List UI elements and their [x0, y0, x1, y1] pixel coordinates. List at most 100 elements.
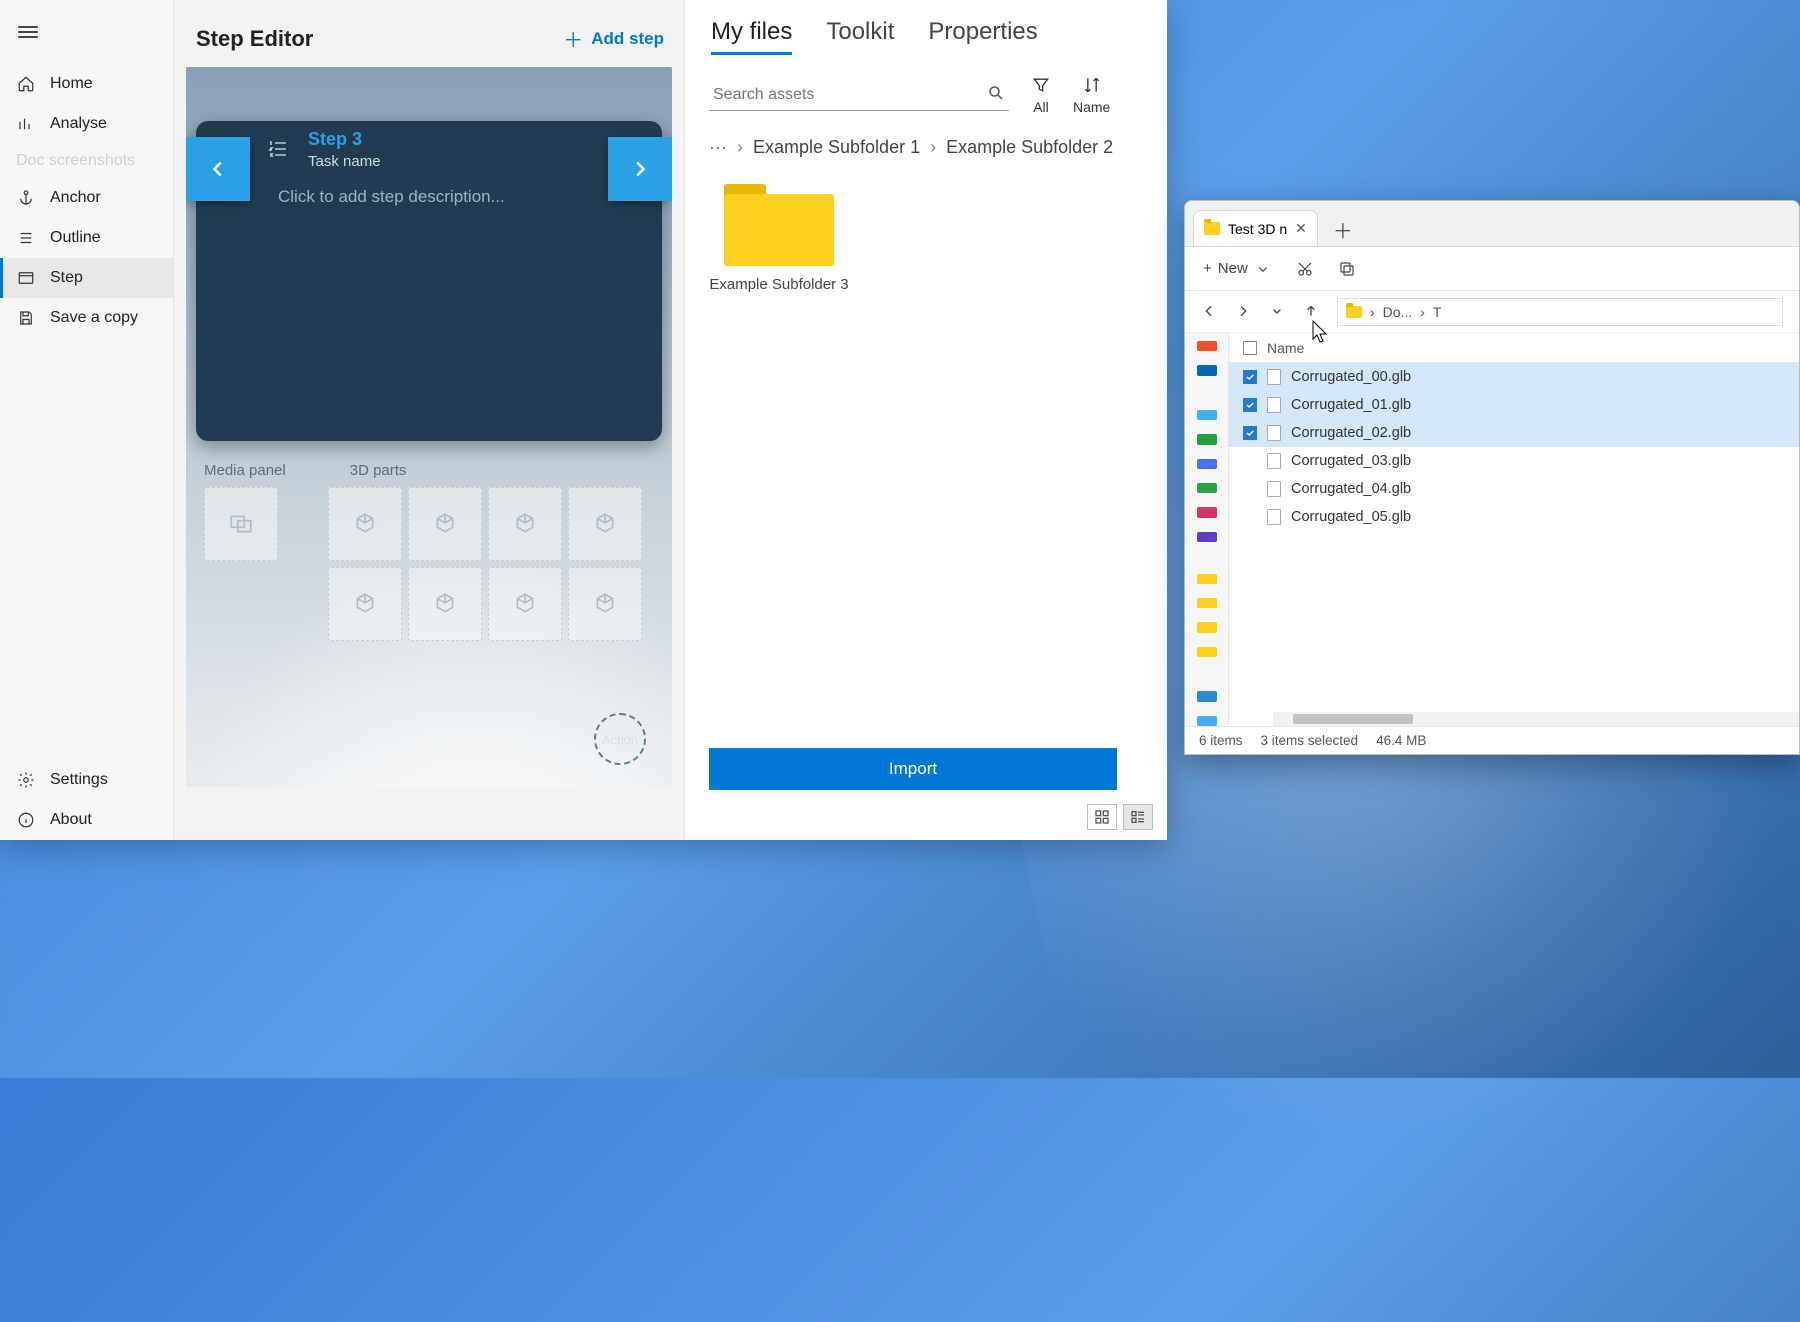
new-button[interactable]: + New — [1203, 260, 1272, 278]
file-checkbox[interactable] — [1243, 510, 1257, 524]
breadcrumb-overflow[interactable]: ··· — [709, 137, 727, 158]
action-label: Action — [602, 732, 638, 747]
nav-pane-item[interactable] — [1197, 507, 1217, 517]
column-header-row[interactable]: Name — [1229, 333, 1799, 363]
status-size: 46.4 MB — [1376, 733, 1426, 748]
tab-my-files[interactable]: My files — [711, 18, 792, 55]
sort-button[interactable]: Name — [1073, 75, 1110, 115]
breadcrumb-item[interactable]: Example Subfolder 1 — [753, 137, 920, 158]
grid-view-button[interactable] — [1087, 804, 1117, 830]
nav-pane-item[interactable] — [1197, 622, 1217, 632]
import-button[interactable]: Import — [709, 748, 1117, 790]
list-view-button[interactable] — [1123, 804, 1153, 830]
tab-toolkit[interactable]: Toolkit — [826, 18, 894, 55]
3d-part-slot[interactable] — [488, 567, 562, 641]
breadcrumb-item[interactable]: Example Subfolder 2 — [946, 137, 1113, 158]
file-name: Corrugated_03.glb — [1291, 453, 1411, 469]
sidebar-item-settings[interactable]: Settings — [0, 760, 173, 800]
explorer-tab-title: Test 3D n — [1228, 221, 1287, 237]
media-panel-label: Media panel — [204, 462, 286, 479]
add-step-button[interactable]: ＋ Add step — [563, 24, 664, 53]
sidebar-item-home[interactable]: Home — [0, 64, 173, 104]
copy-button[interactable] — [1338, 260, 1356, 278]
sidebar-item-about[interactable]: About — [0, 800, 173, 840]
sidebar-item-label: About — [50, 811, 92, 829]
sidebar-item-step[interactable]: Step — [0, 258, 173, 298]
3d-part-slot[interactable] — [328, 487, 402, 561]
3d-part-slot[interactable] — [488, 487, 562, 561]
column-name[interactable]: Name — [1267, 340, 1304, 356]
previous-step-button[interactable] — [186, 137, 250, 201]
search-input[interactable] — [713, 86, 979, 104]
nav-pane-item[interactable] — [1197, 341, 1217, 351]
step-title[interactable]: Step 3 — [308, 129, 362, 150]
select-all-checkbox[interactable] — [1243, 341, 1257, 355]
nav-pane-item[interactable] — [1197, 434, 1217, 444]
nav-pane-item[interactable] — [1197, 574, 1217, 584]
new-tab-button[interactable]: ＋ — [1326, 212, 1360, 246]
explorer-tab-strip: Test 3D n ✕ ＋ — [1185, 201, 1799, 247]
address-bar[interactable]: › Do... › T — [1337, 298, 1783, 326]
address-segment[interactable]: Do... — [1383, 304, 1413, 320]
step-description-placeholder[interactable]: Click to add step description... — [278, 187, 505, 207]
file-row[interactable]: Corrugated_04.glb — [1229, 475, 1799, 503]
back-button[interactable] — [1201, 303, 1219, 321]
explorer-tab[interactable]: Test 3D n ✕ — [1193, 210, 1318, 246]
3d-part-slot[interactable] — [328, 567, 402, 641]
nav-pane-item[interactable] — [1197, 483, 1217, 493]
horizontal-scrollbar[interactable] — [1273, 712, 1799, 726]
tab-properties[interactable]: Properties — [928, 18, 1037, 55]
close-tab-button[interactable]: ✕ — [1295, 220, 1307, 237]
nav-pane-item[interactable] — [1197, 459, 1217, 469]
step-card[interactable] — [196, 121, 662, 441]
cut-button[interactable] — [1296, 260, 1314, 278]
3d-part-slot[interactable] — [408, 567, 482, 641]
sidebar-item-analyse[interactable]: Analyse — [0, 104, 173, 144]
action-button[interactable]: Action — [594, 713, 646, 765]
nav-pane-item[interactable] — [1197, 691, 1217, 701]
search-icon[interactable] — [987, 84, 1005, 107]
address-segment[interactable]: T — [1433, 304, 1442, 320]
file-row[interactable]: Corrugated_03.glb — [1229, 447, 1799, 475]
nav-pane-item[interactable] — [1197, 410, 1217, 420]
file-icon — [1267, 509, 1281, 525]
file-name: Corrugated_00.glb — [1291, 369, 1411, 385]
explorer-nav-pane[interactable] — [1185, 333, 1229, 726]
file-checkbox[interactable] — [1243, 398, 1257, 412]
file-explorer-window[interactable]: Test 3D n ✕ ＋ + New › Do... › T — [1184, 200, 1800, 755]
file-row[interactable]: Corrugated_01.glb — [1229, 391, 1799, 419]
nav-pane-item[interactable] — [1197, 647, 1217, 657]
nav-pane-item[interactable] — [1197, 598, 1217, 608]
forward-button[interactable] — [1235, 303, 1253, 321]
file-row[interactable]: Corrugated_02.glb — [1229, 419, 1799, 447]
nav-pane-item[interactable] — [1197, 716, 1217, 726]
nav-pane-item[interactable] — [1197, 365, 1217, 375]
filter-button[interactable]: All — [1031, 75, 1051, 115]
3d-part-slot[interactable] — [408, 487, 482, 561]
folder-tile[interactable]: Example Subfolder 3 — [709, 184, 849, 293]
up-button[interactable] — [1303, 303, 1321, 321]
file-row[interactable]: Corrugated_00.glb — [1229, 363, 1799, 391]
task-name[interactable]: Task name — [308, 153, 381, 170]
3d-part-slot[interactable] — [568, 567, 642, 641]
3d-part-slot[interactable] — [568, 487, 642, 561]
recent-locations-button[interactable] — [1269, 303, 1287, 321]
media-slot[interactable] — [204, 487, 278, 561]
file-checkbox[interactable] — [1243, 370, 1257, 384]
next-step-button[interactable] — [608, 137, 672, 201]
ordered-list-icon — [266, 137, 294, 165]
chevron-right-icon: › — [1420, 304, 1425, 320]
sidebar-item-outline[interactable]: Outline — [0, 218, 173, 258]
tabs: My files Toolkit Properties — [709, 14, 1143, 65]
page-title: Step Editor — [196, 26, 313, 52]
status-selection: 3 items selected — [1261, 733, 1359, 748]
sidebar-item-anchor[interactable]: Anchor — [0, 178, 173, 218]
hamburger-menu-button[interactable] — [16, 20, 40, 44]
assets-panel: My files Toolkit Properties All Name ···… — [684, 0, 1167, 840]
file-row[interactable]: Corrugated_05.glb — [1229, 503, 1799, 531]
file-checkbox[interactable] — [1243, 426, 1257, 440]
file-checkbox[interactable] — [1243, 482, 1257, 496]
file-checkbox[interactable] — [1243, 454, 1257, 468]
sidebar-item-save-copy[interactable]: Save a copy — [0, 298, 173, 338]
nav-pane-item[interactable] — [1197, 532, 1217, 542]
